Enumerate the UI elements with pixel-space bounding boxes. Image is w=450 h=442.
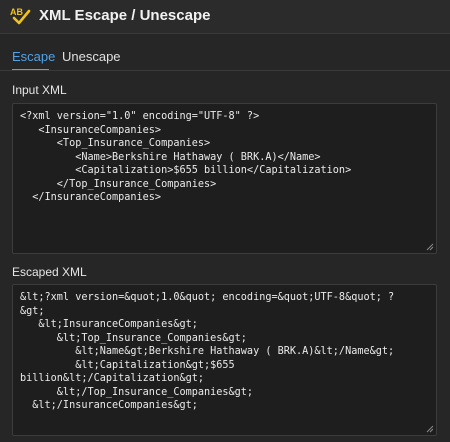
input-xml-textarea[interactable]: <?xml version="1.0" encoding="UTF-8" ?> … — [12, 103, 437, 254]
output-line: &gt; — [20, 305, 45, 317]
tab-escape[interactable]: Escape — [12, 49, 55, 64]
output-line: &lt;Name&gt;Berkshire Hathaway ( BRK.A)&… — [20, 346, 395, 357]
output-line: &lt;Top_Insurance_Companies&gt; — [20, 332, 247, 344]
output-line: &lt;/Top_Insurance_Companies&gt; — [20, 386, 254, 398]
tabs-divider — [0, 70, 450, 71]
output-line: &lt;Capitalization&gt;$655 — [20, 359, 235, 371]
escaped-xml-label: Escaped XML — [12, 265, 87, 279]
resize-grip-icon[interactable] — [426, 243, 434, 251]
input-line: <?xml version="1.0" encoding="UTF-8" ?> — [20, 111, 260, 122]
output-line: &lt;?xml version=&quot;1.0&quot; encodin… — [20, 292, 395, 303]
app-header: AB XML Escape / Unescape — [0, 0, 450, 34]
resize-grip-icon[interactable] — [426, 425, 434, 433]
app-logo-icon: AB — [10, 7, 31, 25]
input-line: </Top_Insurance_Companies> — [20, 178, 217, 190]
input-line: </InsuranceCompanies> — [20, 192, 162, 203]
output-line: &lt;InsuranceCompanies&gt; — [20, 319, 198, 330]
input-line: <InsuranceCompanies> — [20, 124, 162, 136]
app-title: XML Escape / Unescape — [39, 7, 211, 24]
logo-text: AB — [10, 7, 23, 17]
output-line: billion&lt;/Capitalization&gt; — [20, 373, 205, 384]
input-xml-label: Input XML — [12, 83, 67, 97]
tab-unescape[interactable]: Unescape — [62, 49, 121, 64]
input-line: <Capitalization>$655 billion</Capitaliza… — [20, 165, 352, 176]
escaped-xml-textarea[interactable]: &lt;?xml version=&quot;1.0&quot; encodin… — [12, 284, 437, 436]
mode-tabs: Escape Unescape — [0, 46, 450, 71]
input-line: <Name>Berkshire Hathaway ( BRK.A)</Name> — [20, 151, 321, 163]
output-line: &lt;/InsuranceCompanies&gt; — [20, 400, 198, 411]
input-line: <Top_Insurance_Companies> — [20, 138, 211, 149]
